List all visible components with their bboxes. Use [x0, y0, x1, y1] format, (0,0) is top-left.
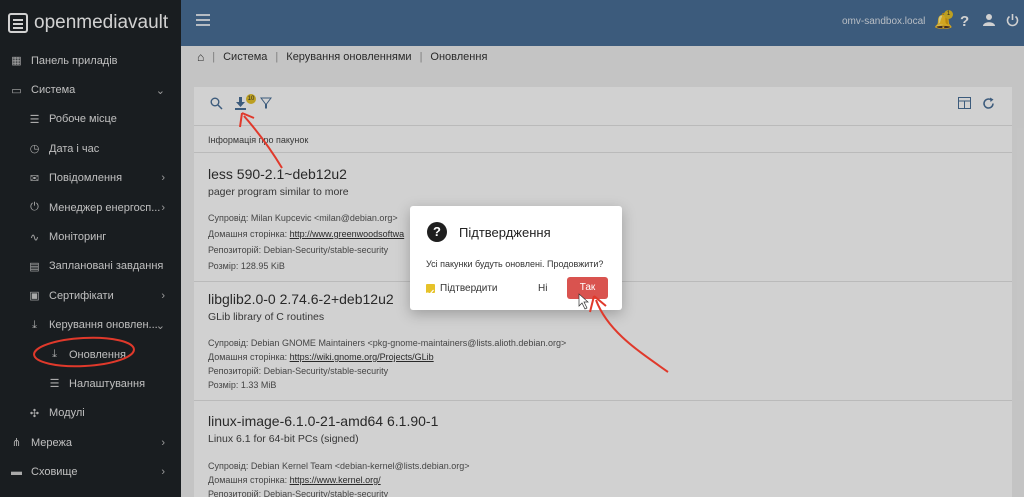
dialog-title: Підтвердження: [459, 225, 551, 240]
no-button[interactable]: Ні: [538, 283, 547, 294]
confirmation-dialog: ? Підтвердження Усі пакунки будуть оновл…: [410, 206, 622, 310]
question-icon: ?: [427, 222, 447, 242]
confirm-checkbox-label[interactable]: Підтвердити: [440, 283, 498, 294]
yes-button[interactable]: Так: [567, 277, 608, 299]
dialog-message: Усі пакунки будуть оновлені. Продовжити?: [426, 259, 604, 269]
confirm-checkbox[interactable]: [426, 284, 435, 296]
